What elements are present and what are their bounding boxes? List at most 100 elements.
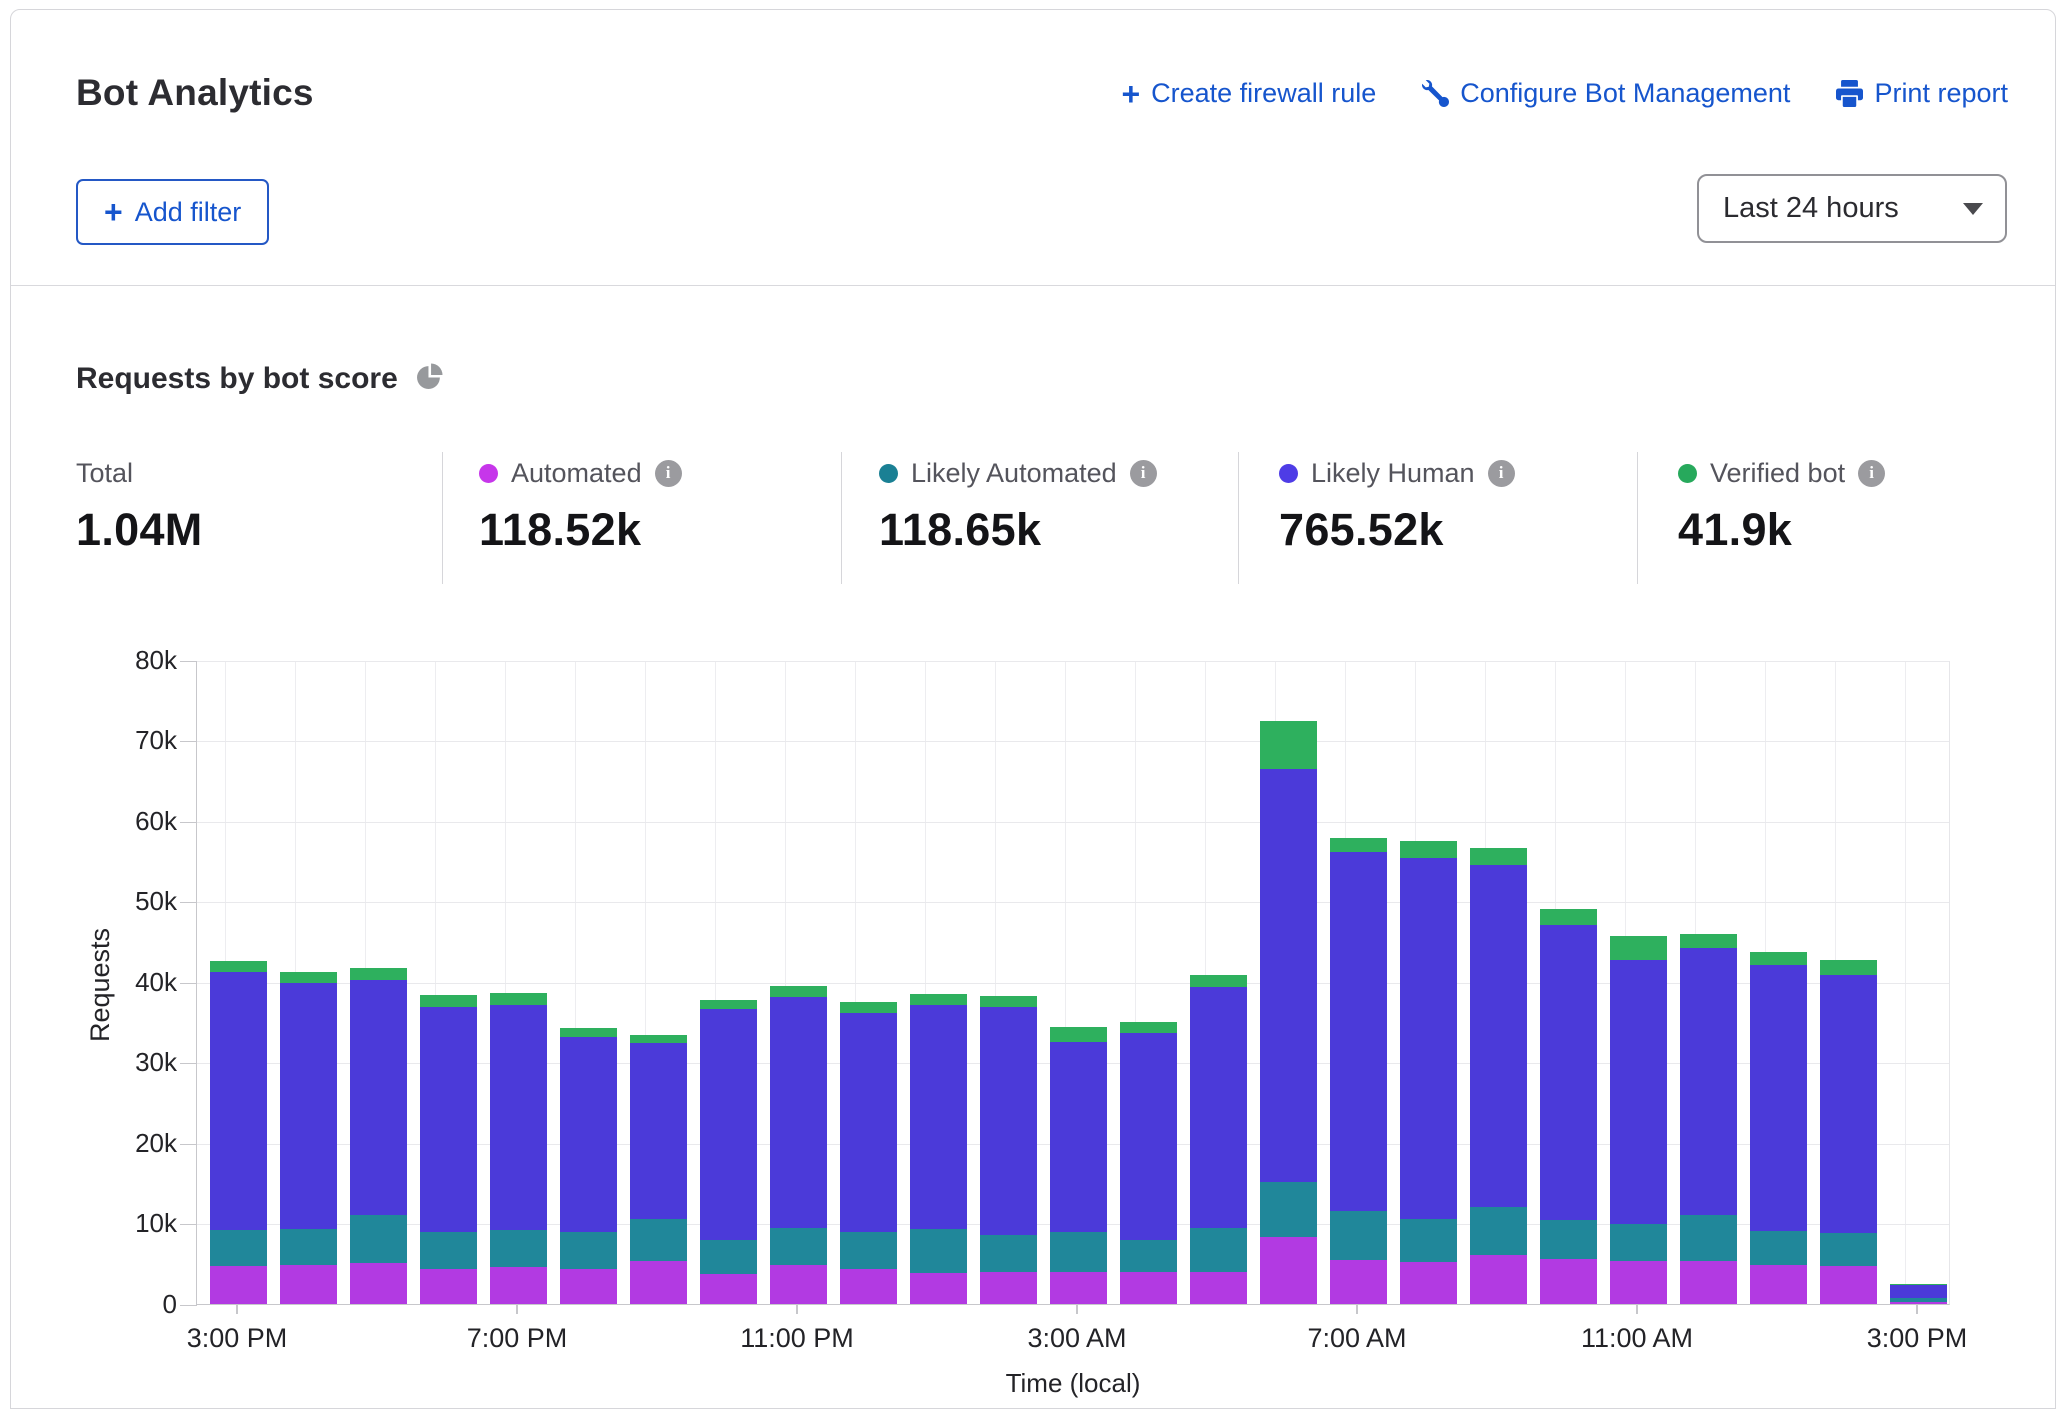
- bar-segment-likely-automated[interactable]: [1190, 1228, 1247, 1272]
- bar-segment-verified-bot[interactable]: [1470, 848, 1527, 864]
- bar-segment-likely-automated[interactable]: [1680, 1215, 1737, 1261]
- bar-segment-likely-automated[interactable]: [630, 1219, 687, 1260]
- info-icon[interactable]: i: [1130, 460, 1157, 487]
- bar-segment-automated[interactable]: [420, 1269, 477, 1304]
- bar-segment-likely-human[interactable]: [350, 980, 407, 1215]
- bar-segment-likely-human[interactable]: [490, 1005, 547, 1230]
- bar-segment-verified-bot[interactable]: [840, 1002, 897, 1013]
- bar-segment-likely-automated[interactable]: [1470, 1207, 1527, 1255]
- bar-segment-likely-human[interactable]: [1050, 1042, 1107, 1232]
- bar-segment-likely-automated[interactable]: [770, 1228, 827, 1264]
- add-filter-button[interactable]: + Add filter: [76, 179, 269, 245]
- bar-segment-likely-human[interactable]: [1120, 1033, 1177, 1241]
- bar-segment-likely-automated[interactable]: [1610, 1224, 1667, 1260]
- bar-segment-automated[interactable]: [1120, 1272, 1177, 1304]
- create-firewall-rule-link[interactable]: + Create firewall rule: [1121, 78, 1376, 109]
- bar-segment-likely-human[interactable]: [560, 1037, 617, 1232]
- bar-segment-likely-automated[interactable]: [980, 1235, 1037, 1272]
- configure-bot-management-link[interactable]: Configure Bot Management: [1422, 78, 1790, 109]
- bar-segment-likely-automated[interactable]: [1120, 1240, 1177, 1271]
- bar-segment-automated[interactable]: [1190, 1272, 1247, 1304]
- bar-segment-likely-automated[interactable]: [1750, 1231, 1807, 1266]
- bar-segment-likely-automated[interactable]: [1330, 1211, 1387, 1259]
- info-icon[interactable]: i: [655, 460, 682, 487]
- bar-segment-verified-bot[interactable]: [560, 1028, 617, 1037]
- bar-segment-verified-bot[interactable]: [1820, 960, 1877, 975]
- print-report-link[interactable]: Print report: [1836, 78, 2008, 109]
- bar-segment-likely-human[interactable]: [210, 972, 267, 1230]
- bar-segment-automated[interactable]: [1400, 1262, 1457, 1304]
- bar-segment-likely-automated[interactable]: [910, 1229, 967, 1273]
- bar-segment-likely-human[interactable]: [1260, 769, 1317, 1182]
- bar-segment-automated[interactable]: [630, 1261, 687, 1305]
- bar-segment-likely-human[interactable]: [770, 997, 827, 1229]
- bar-segment-automated[interactable]: [280, 1265, 337, 1304]
- bar-segment-verified-bot[interactable]: [280, 972, 337, 983]
- bar-segment-automated[interactable]: [1470, 1255, 1527, 1304]
- bar-segment-verified-bot[interactable]: [210, 961, 267, 972]
- bar-segment-verified-bot[interactable]: [1750, 952, 1807, 965]
- bar-segment-automated[interactable]: [1680, 1261, 1737, 1304]
- bar-segment-likely-human[interactable]: [1890, 1285, 1947, 1298]
- bar-segment-likely-human[interactable]: [1820, 975, 1877, 1233]
- bar-segment-automated[interactable]: [840, 1269, 897, 1304]
- bar-segment-likely-automated[interactable]: [1820, 1233, 1877, 1266]
- bar-segment-verified-bot[interactable]: [1330, 838, 1387, 853]
- bar-segment-automated[interactable]: [1750, 1265, 1807, 1304]
- bar-segment-likely-human[interactable]: [1680, 948, 1737, 1215]
- bar-segment-verified-bot[interactable]: [1120, 1022, 1177, 1033]
- bar-segment-likely-human[interactable]: [630, 1043, 687, 1219]
- bar-segment-verified-bot[interactable]: [420, 995, 477, 1007]
- bar-segment-verified-bot[interactable]: [1610, 936, 1667, 960]
- bar-segment-likely-automated[interactable]: [700, 1240, 757, 1274]
- bar-segment-automated[interactable]: [1820, 1266, 1877, 1304]
- bar-segment-likely-human[interactable]: [280, 983, 337, 1229]
- bar-segment-automated[interactable]: [560, 1269, 617, 1304]
- bar-segment-likely-human[interactable]: [1400, 858, 1457, 1219]
- bar-segment-automated[interactable]: [350, 1263, 407, 1304]
- bar-segment-likely-human[interactable]: [980, 1007, 1037, 1235]
- bar-segment-automated[interactable]: [1050, 1272, 1107, 1304]
- bar-segment-verified-bot[interactable]: [350, 968, 407, 980]
- bar-segment-automated[interactable]: [1540, 1259, 1597, 1304]
- bar-segment-verified-bot[interactable]: [1190, 975, 1247, 987]
- info-icon[interactable]: i: [1858, 460, 1885, 487]
- info-icon[interactable]: i: [1488, 460, 1515, 487]
- bar-segment-verified-bot[interactable]: [1540, 909, 1597, 925]
- bar-segment-verified-bot[interactable]: [980, 996, 1037, 1007]
- bar-segment-likely-automated[interactable]: [560, 1232, 617, 1270]
- bar-segment-likely-human[interactable]: [1750, 965, 1807, 1231]
- bar-segment-likely-human[interactable]: [1190, 987, 1247, 1229]
- bar-segment-likely-automated[interactable]: [1260, 1182, 1317, 1238]
- bar-segment-automated[interactable]: [210, 1266, 267, 1304]
- bar-segment-likely-automated[interactable]: [420, 1232, 477, 1268]
- bar-segment-automated[interactable]: [1890, 1302, 1947, 1304]
- bar-segment-likely-automated[interactable]: [280, 1229, 337, 1264]
- bar-segment-likely-automated[interactable]: [1400, 1219, 1457, 1262]
- bar-segment-likely-human[interactable]: [910, 1005, 967, 1230]
- time-range-select[interactable]: Last 24 hours: [1697, 174, 2007, 243]
- bar-segment-automated[interactable]: [1330, 1260, 1387, 1304]
- bar-segment-likely-automated[interactable]: [1540, 1220, 1597, 1259]
- bar-segment-likely-automated[interactable]: [210, 1230, 267, 1266]
- bar-segment-likely-human[interactable]: [1610, 960, 1667, 1224]
- bar-segment-verified-bot[interactable]: [1400, 841, 1457, 858]
- bar-segment-likely-human[interactable]: [420, 1007, 477, 1232]
- bar-segment-automated[interactable]: [490, 1267, 547, 1304]
- bar-segment-verified-bot[interactable]: [770, 986, 827, 997]
- bar-segment-verified-bot[interactable]: [490, 993, 547, 1005]
- bar-segment-likely-automated[interactable]: [350, 1215, 407, 1263]
- bar-segment-likely-automated[interactable]: [490, 1230, 547, 1267]
- bar-segment-automated[interactable]: [700, 1274, 757, 1304]
- bar-segment-likely-human[interactable]: [840, 1013, 897, 1232]
- bar-segment-automated[interactable]: [910, 1273, 967, 1304]
- bar-segment-automated[interactable]: [1260, 1237, 1317, 1304]
- bar-segment-verified-bot[interactable]: [700, 1000, 757, 1010]
- bar-segment-automated[interactable]: [980, 1272, 1037, 1304]
- bar-segment-likely-automated[interactable]: [1050, 1232, 1107, 1272]
- bar-segment-verified-bot[interactable]: [1260, 721, 1317, 769]
- bar-segment-likely-automated[interactable]: [840, 1232, 897, 1270]
- bar-segment-verified-bot[interactable]: [910, 994, 967, 1005]
- bar-segment-likely-human[interactable]: [1540, 925, 1597, 1220]
- bar-segment-verified-bot[interactable]: [630, 1035, 687, 1043]
